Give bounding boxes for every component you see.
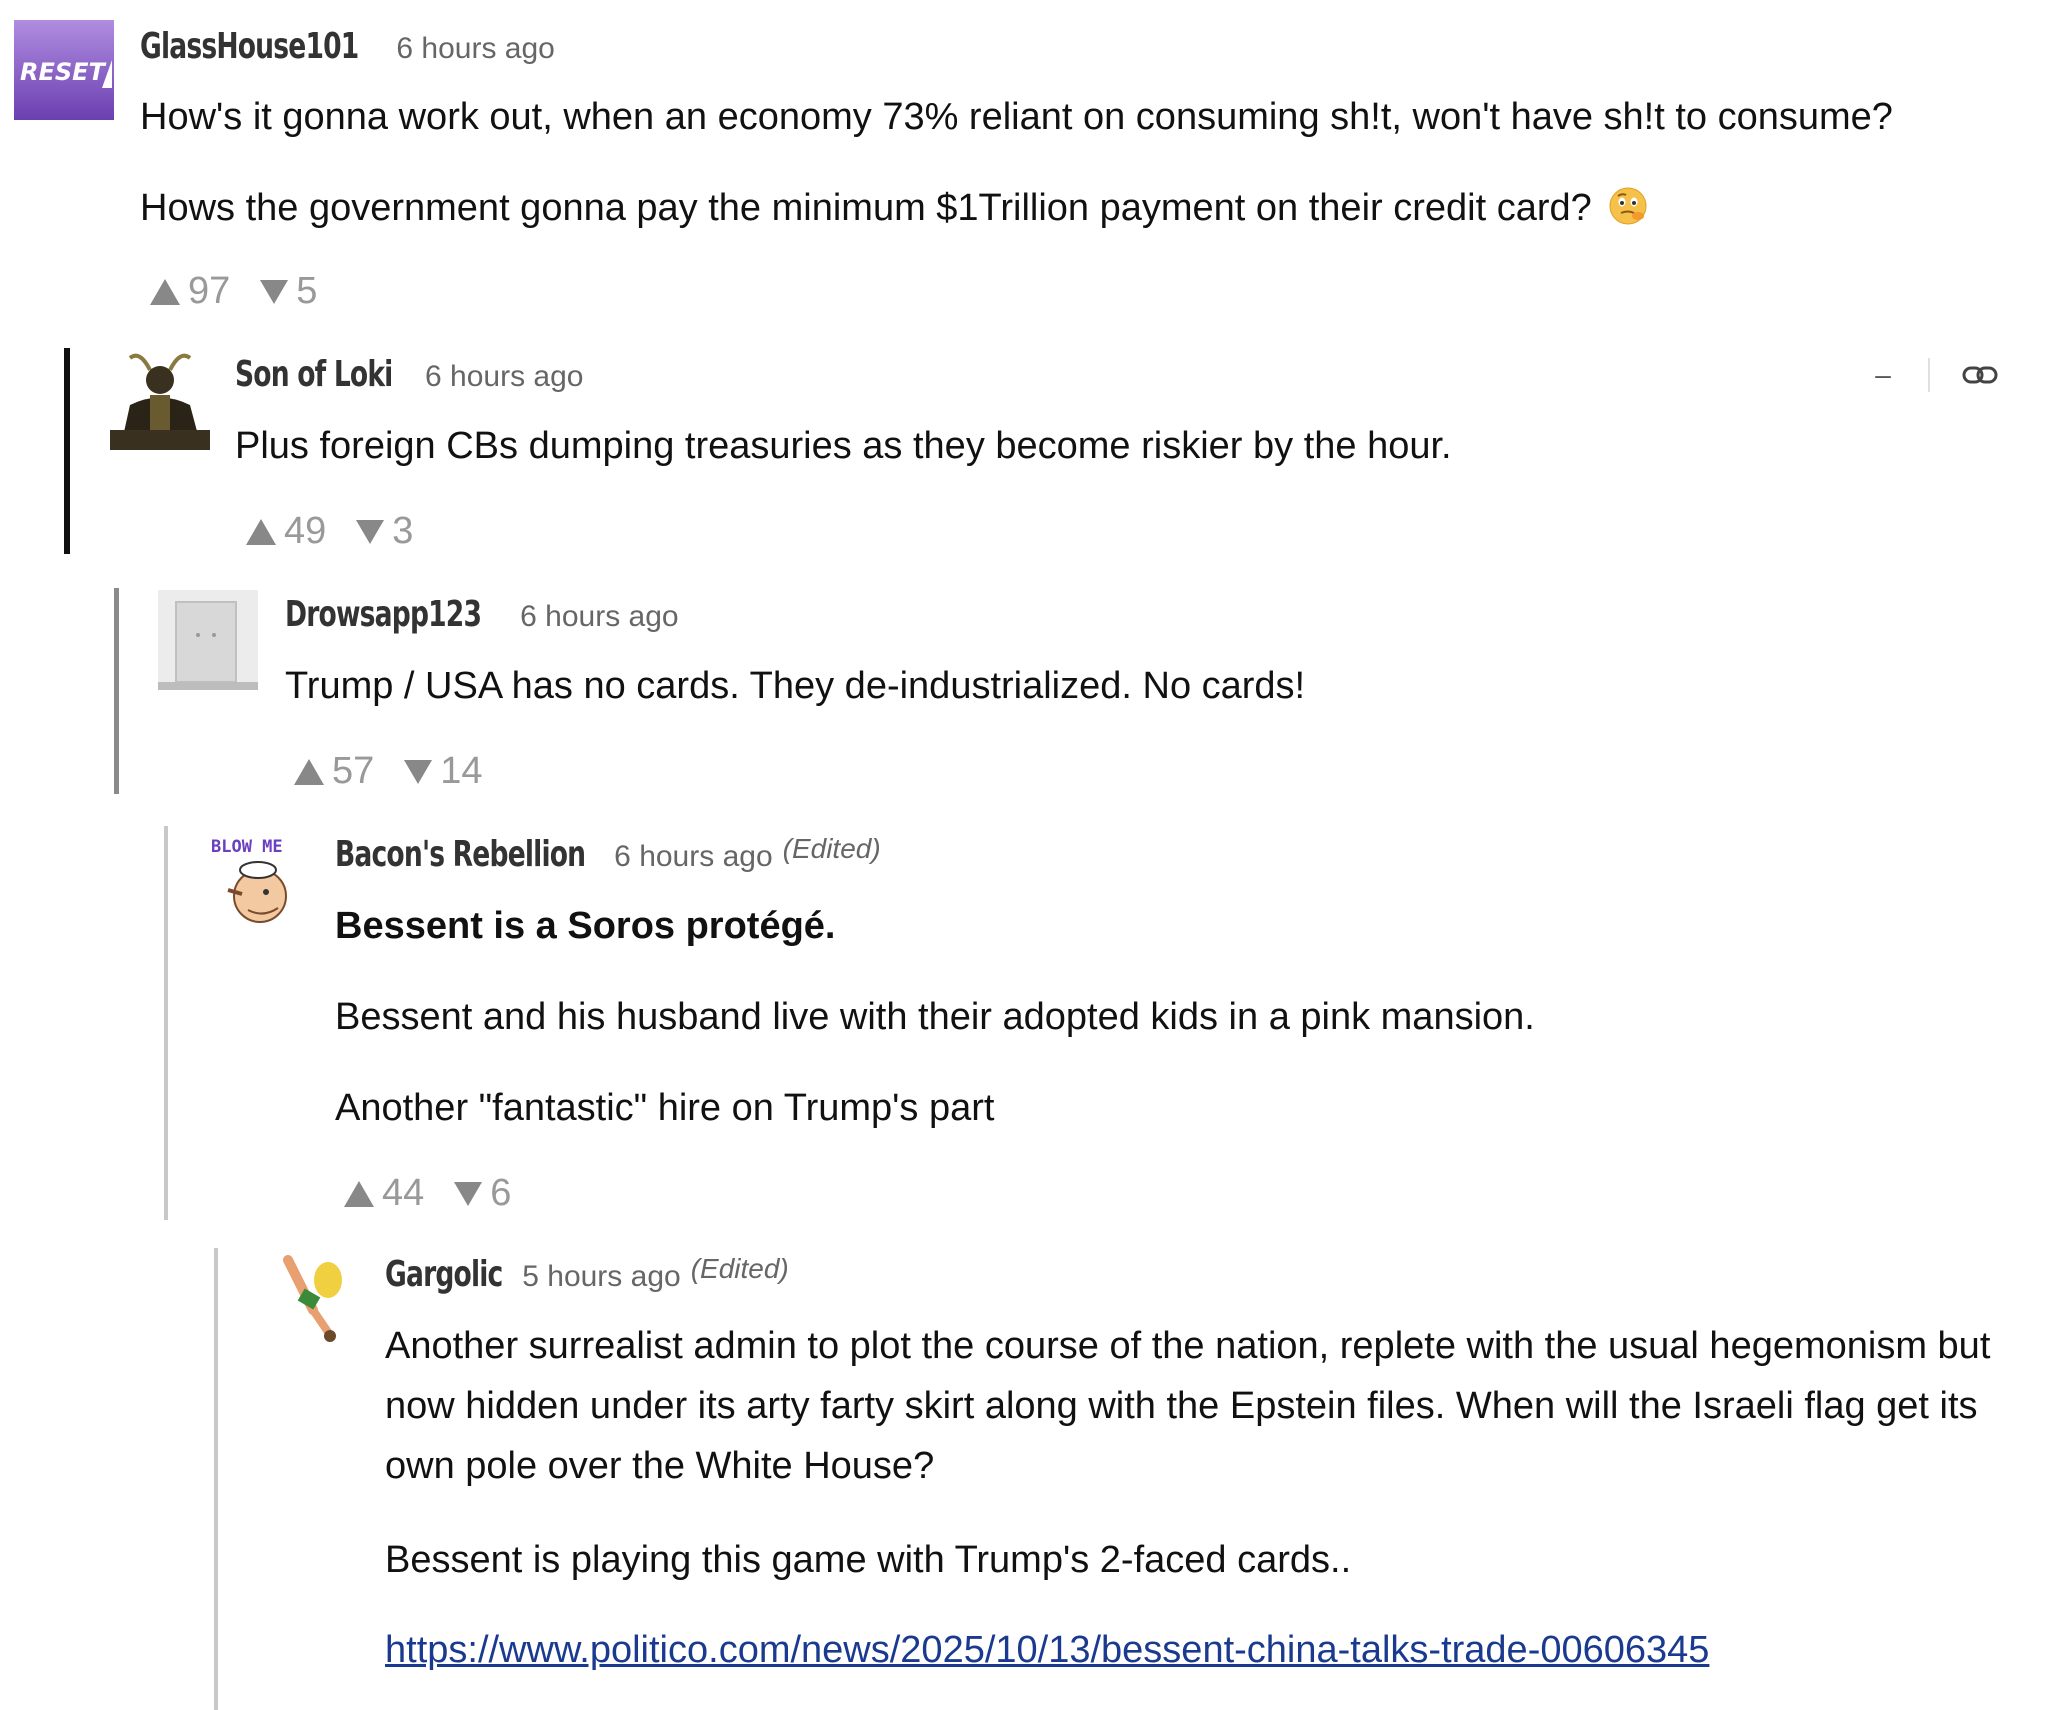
comment-paragraph: Bessent and his husband live with their … — [335, 996, 1535, 1038]
comment-paragraph: Plus foreign CBs dumping treasuries as t… — [235, 425, 1452, 467]
comment-paragraph: How's it gonna work out, when an economy… — [140, 96, 1893, 138]
comment-drowsapp123: Drowsapp123 6 hours ago Trump / USA has … — [0, 580, 2062, 800]
comment-paragraph-bold: Bessent is a Soros protégé. — [335, 905, 836, 947]
upvote-icon — [294, 758, 324, 785]
username[interactable]: Bacon's Rebellion — [335, 834, 586, 875]
vote-bar: 44 6 — [344, 1172, 541, 1215]
avatar-text: BLOW ME — [211, 837, 283, 857]
downvote-icon — [454, 1181, 483, 1206]
comment-header: Drowsapp123 6 hours ago — [285, 594, 679, 635]
vote-bar: 49 3 — [246, 510, 443, 553]
avatar-text: RESET — [20, 58, 107, 86]
thinking-face-icon — [1608, 184, 1648, 225]
comment-gargolic: Gargolic 5 hours ago (Edited) Another su… — [0, 1240, 2062, 1710]
collapse-button[interactable]: – — [1868, 359, 1898, 391]
upvote-icon — [150, 278, 180, 305]
comment-tools: – — [1868, 358, 2000, 392]
comment-paragraph: Another "fantastic" hire on Trump's part — [335, 1087, 995, 1129]
upvote-button[interactable]: 97 — [150, 270, 230, 313]
upvote-count: 44 — [382, 1172, 425, 1214]
avatar[interactable] — [258, 1250, 358, 1350]
upvote-button[interactable]: 44 — [344, 1172, 424, 1215]
avatar[interactable] — [158, 590, 258, 690]
edited-label: (Edited) — [782, 833, 881, 864]
edited-label: (Edited) — [690, 1253, 789, 1284]
vote-bar: 97 5 — [150, 270, 347, 313]
timestamp[interactable]: 6 hours ago — [520, 600, 678, 634]
downvote-button[interactable]: 14 — [404, 750, 483, 793]
comment-link-paragraph: https://www.politico.com/news/2025/10/13… — [385, 1620, 1709, 1680]
upvote-button[interactable]: 49 — [246, 510, 326, 553]
upvote-icon — [246, 518, 276, 545]
downvote-count: 14 — [440, 750, 483, 792]
comment-bacons-rebellion: BLOW ME Bacon's Rebellion 6 hours ago (E… — [0, 820, 2062, 1220]
timestamp[interactable]: 6 hours ago — [396, 32, 554, 66]
comment-son-of-loki: Son of Loki 6 hours ago – Plus foreign C… — [0, 340, 2062, 560]
downvote-count: 5 — [296, 270, 318, 312]
avatar[interactable]: RESET — [14, 20, 114, 120]
upvote-count: 97 — [188, 270, 231, 312]
comment-header: Gargolic 5 hours ago (Edited) — [385, 1253, 789, 1295]
timestamp[interactable]: 5 hours ago — [522, 1260, 680, 1294]
downvote-count: 3 — [392, 510, 414, 552]
username[interactable]: Son of Loki — [235, 354, 393, 395]
upvote-count: 49 — [284, 510, 327, 552]
timestamp[interactable]: 6 hours ago — [425, 360, 583, 394]
downvote-icon — [260, 279, 289, 304]
username[interactable]: GlassHouse101 — [140, 26, 359, 67]
comment-paragraph: Trump / USA has no cards. They de-indust… — [285, 665, 1306, 707]
comment-header: Bacon's Rebellion 6 hours ago (Edited) — [335, 833, 881, 875]
avatar[interactable]: BLOW ME — [208, 830, 308, 930]
comment-paragraph: Another surrealist admin to plot the cou… — [385, 1325, 1991, 1487]
downvote-button[interactable]: 6 — [454, 1172, 511, 1215]
avatar[interactable] — [110, 350, 210, 450]
link-icon[interactable] — [1960, 360, 2000, 390]
upvote-icon — [344, 1180, 374, 1207]
comment-header: GlassHouse101 6 hours ago — [140, 26, 555, 67]
downvote-button[interactable]: 5 — [260, 270, 317, 313]
downvote-icon — [356, 519, 385, 544]
comment-paragraph: Bessent is playing this game with Trump'… — [385, 1539, 1352, 1581]
tools-divider — [1928, 358, 1930, 392]
comment-paragraph: Hows the government gonna pay the minimu… — [140, 187, 1592, 229]
article-link[interactable]: https://www.politico.com/news/2025/10/13… — [385, 1629, 1709, 1671]
downvote-button[interactable]: 3 — [356, 510, 413, 553]
vote-bar: 57 14 — [294, 750, 513, 793]
comment-glasshouse101: RESET GlassHouse101 6 hours ago How's it… — [0, 0, 2062, 330]
username[interactable]: Gargolic — [385, 1254, 503, 1295]
upvote-count: 57 — [332, 750, 375, 792]
timestamp[interactable]: 6 hours ago — [614, 840, 772, 874]
upvote-button[interactable]: 57 — [294, 750, 374, 793]
downvote-count: 6 — [490, 1172, 512, 1214]
comment-paragraph-with-emoji: Hows the government gonna pay the minimu… — [140, 178, 1648, 238]
username[interactable]: Drowsapp123 — [285, 594, 482, 635]
downvote-icon — [404, 759, 433, 784]
comment-header: Son of Loki 6 hours ago — [235, 354, 583, 395]
